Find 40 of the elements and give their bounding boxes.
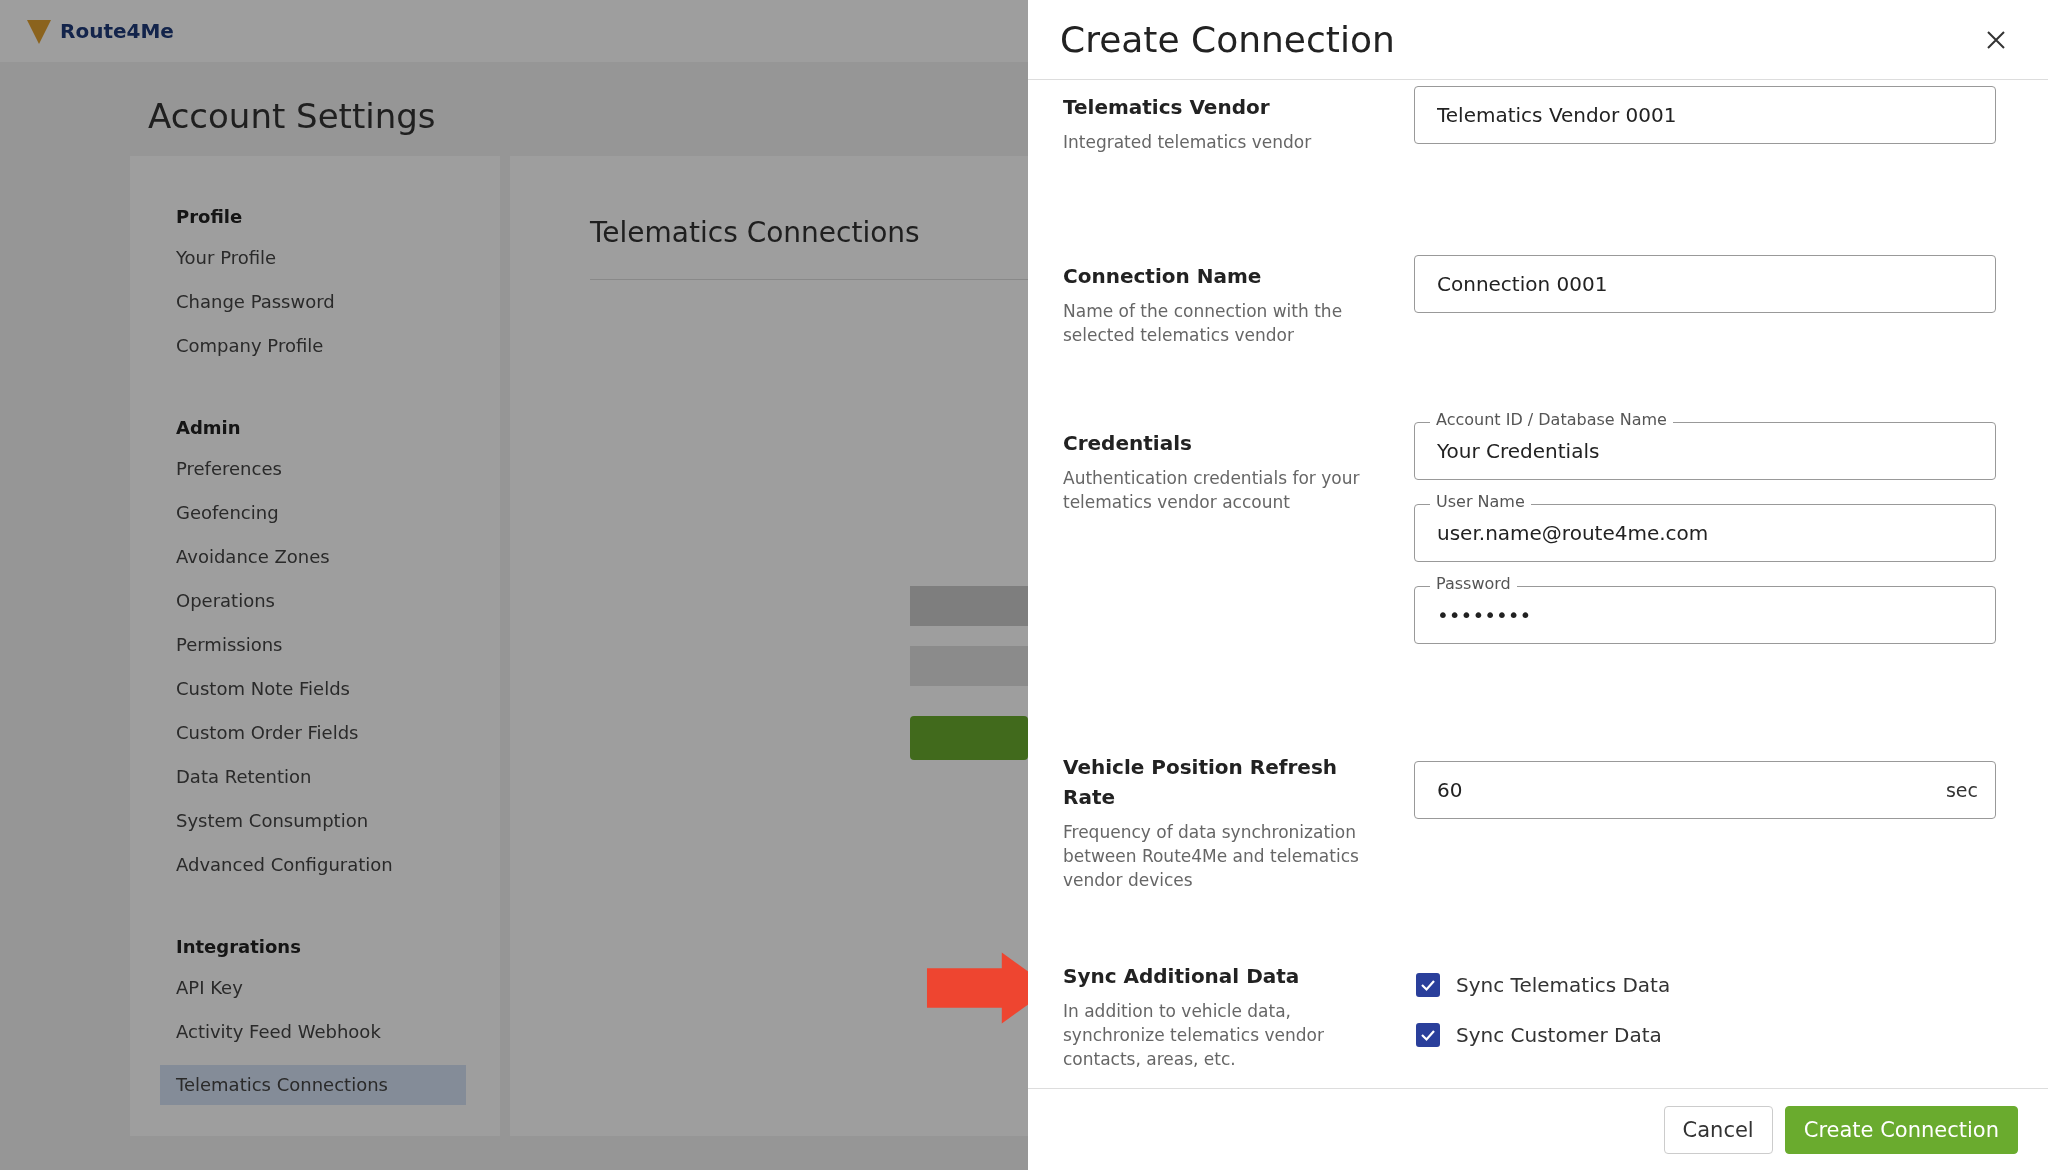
checkbox[interactable]: [1416, 1023, 1440, 1047]
section-description: Integrated telematics vendor: [1063, 131, 1313, 154]
sidebar-item[interactable]: Preferences: [176, 458, 500, 502]
checkbox-label: Sync Customer Data: [1456, 1023, 1662, 1047]
sidebar-item[interactable]: Avoidance Zones: [176, 546, 500, 590]
sidebar-item[interactable]: Activity Feed Webhook: [176, 1021, 500, 1065]
close-icon[interactable]: [1986, 29, 2006, 50]
dialog-title: Create Connection: [1060, 19, 1395, 60]
sidebar-item[interactable]: Permissions: [176, 634, 500, 678]
sidebar-heading: Profile: [176, 206, 244, 227]
sidebar-item[interactable]: API Key: [176, 977, 500, 1021]
section-label: Sync Additional Data: [1063, 963, 1301, 990]
input-field[interactable]: Connection 0001: [1414, 255, 1996, 313]
sidebar-item[interactable]: Company Profile: [176, 335, 500, 379]
input-field[interactable]: Telematics Vendor 0001: [1414, 86, 1996, 144]
sidebar-heading: Integrations: [176, 936, 302, 957]
sidebar-item[interactable]: Geofencing: [176, 502, 500, 546]
sidebar-item[interactable]: Your Profile: [176, 247, 500, 291]
cancel-button[interactable]: Cancel: [1663, 1105, 1773, 1154]
section-description: Frequency of data synchronization between Route4Me and telematics vendor devices: [1063, 821, 1360, 892]
sidebar-item[interactable]: Operations: [176, 590, 500, 634]
checkbox-label: Sync Telematics Data: [1456, 973, 1671, 997]
logo-text: Route4Me: [60, 19, 174, 43]
section-label: Telematics Vendor: [1063, 94, 1271, 121]
section-description: Authentication credentials for your telematics vendor account: [1063, 467, 1361, 514]
section-description: Name of the connection with the selected telematics vendor: [1063, 300, 1344, 347]
create-button[interactable]: Create Connection: [1784, 1105, 2018, 1154]
checkbox[interactable]: [1416, 973, 1440, 997]
section-label: Vehicle Position Refresh Rate: [1063, 754, 1339, 811]
sidebar-item[interactable]: Telematics Connections: [160, 1065, 466, 1105]
sidebar-item[interactable]: System Consumption: [176, 810, 500, 854]
section-description: In addition to vehicle data, synchronize telematics vendor contacts, areas, etc.: [1063, 1000, 1325, 1071]
sidebar-item[interactable]: Data Retention: [176, 766, 500, 810]
sidebar-item[interactable]: Custom Order Fields: [176, 722, 500, 766]
sidebar-item[interactable]: Custom Note Fields: [176, 678, 500, 722]
sidebar-item[interactable]: Advanced Configuration: [176, 854, 500, 898]
section-label: Credentials: [1063, 430, 1193, 457]
sidebar-heading: Admin: [176, 417, 242, 438]
sidebar-item[interactable]: Change Password: [176, 291, 500, 335]
unit-label: sec: [1945, 778, 1978, 802]
